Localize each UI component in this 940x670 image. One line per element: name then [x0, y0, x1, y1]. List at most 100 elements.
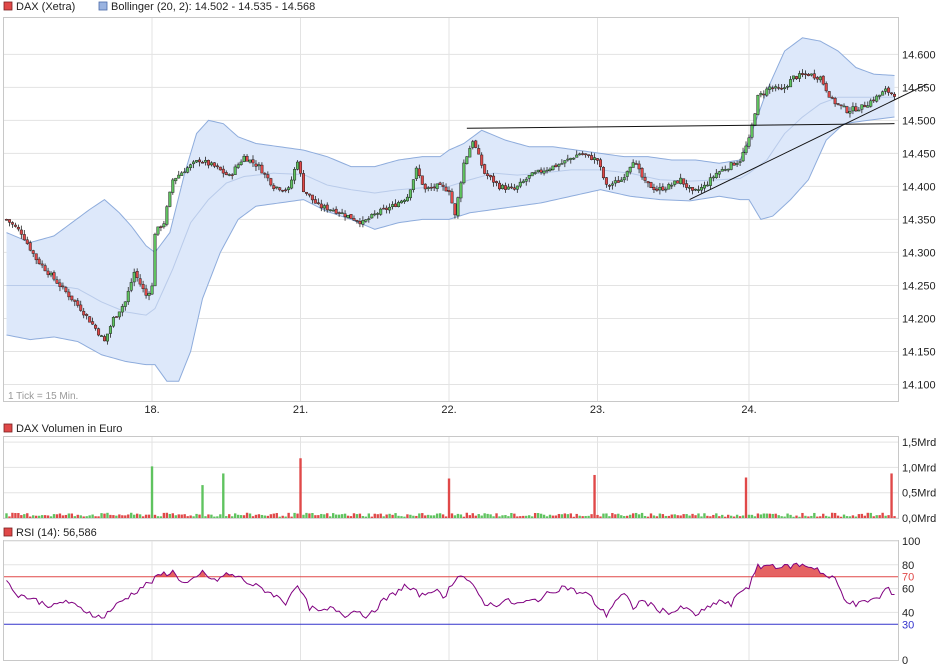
candle-up — [848, 111, 852, 114]
candle-up — [236, 164, 240, 168]
volume-bar — [738, 516, 742, 518]
candle-up — [527, 174, 531, 179]
candle-down — [76, 300, 80, 306]
volume-bar — [52, 514, 56, 518]
candle-down — [893, 93, 897, 97]
candle-up — [518, 181, 522, 187]
volume-bar — [204, 516, 207, 518]
candle-up — [515, 185, 519, 190]
candle-up — [744, 145, 748, 154]
volume-bar — [391, 514, 394, 518]
candle-up — [548, 168, 552, 171]
candle-down — [447, 190, 451, 192]
candle-down — [590, 155, 594, 160]
volume-bar — [430, 515, 433, 518]
volume-bar — [438, 513, 442, 518]
candle-down — [821, 75, 825, 85]
volume-bar — [180, 514, 183, 518]
volume-bar — [379, 513, 382, 518]
candle-down — [423, 183, 427, 190]
volume-bar — [679, 515, 682, 518]
candle-up — [153, 233, 157, 287]
volume-bar — [23, 514, 26, 518]
candle-up — [610, 183, 614, 186]
candle-up — [165, 206, 169, 225]
candle-down — [141, 284, 145, 290]
volume-bar — [649, 513, 653, 518]
volume-bar — [195, 513, 198, 518]
volume-bar — [272, 513, 275, 518]
volume-bar — [447, 478, 451, 518]
volume-bar — [138, 514, 142, 518]
candle-down — [845, 106, 849, 114]
candle-down — [824, 83, 828, 92]
candle-up — [456, 197, 460, 217]
volume-bar — [709, 516, 712, 518]
volume-bar — [474, 515, 477, 518]
volume-bar — [43, 515, 47, 518]
candle-up — [593, 157, 597, 160]
candle-up — [399, 200, 403, 204]
candle-up — [108, 326, 112, 334]
volume-bar — [587, 515, 590, 518]
candle-down — [97, 328, 101, 336]
candle-up — [536, 169, 540, 173]
candle-up — [560, 163, 564, 165]
volume-bar — [667, 515, 670, 518]
volume-bar — [394, 513, 397, 518]
candle-up — [726, 168, 730, 171]
volume-bar — [26, 513, 29, 518]
volume-bar — [795, 515, 798, 518]
candle-up — [711, 176, 715, 179]
volume-bar — [890, 473, 893, 518]
candle-up — [750, 124, 754, 138]
candle-down — [284, 189, 288, 192]
volume-bar — [492, 516, 495, 518]
volume-bar — [115, 515, 118, 518]
volume-bar — [620, 515, 623, 518]
volume-bar — [753, 516, 757, 518]
price-y-tick-label: 14.200 — [902, 313, 936, 325]
candle-down — [830, 97, 834, 99]
candle-down — [266, 174, 270, 179]
volume-bar — [263, 515, 267, 518]
candle-down — [269, 178, 273, 186]
volume-bar — [712, 514, 715, 518]
candle-up — [866, 105, 870, 108]
volume-bar — [441, 514, 445, 518]
volume-bar — [489, 514, 492, 518]
candle-up — [379, 208, 383, 215]
candle-up — [346, 215, 350, 218]
price-y-tick-label: 14.150 — [902, 346, 936, 358]
candle-down — [598, 159, 602, 168]
candle-up — [500, 184, 504, 190]
volume-bar — [133, 514, 136, 518]
candle-down — [780, 87, 784, 90]
candle-up — [747, 137, 751, 147]
volume-bar — [866, 512, 869, 518]
candle-down — [441, 184, 445, 187]
volume-bar — [590, 514, 593, 518]
volume-bar — [162, 512, 166, 518]
candle-up — [619, 179, 623, 182]
volume-bar — [88, 515, 91, 518]
volume-bar — [661, 514, 665, 518]
candle-up — [809, 73, 813, 76]
volume-bar — [486, 513, 489, 518]
volume-panel-frame — [3, 436, 899, 519]
candle-up — [171, 179, 175, 193]
volume-bar — [759, 514, 763, 518]
price-y-tick-label: 14.100 — [902, 379, 936, 391]
candle-up — [670, 184, 674, 187]
candle-down — [495, 181, 499, 184]
candle-up — [783, 87, 787, 90]
volume-bar — [32, 515, 35, 518]
volume-bar — [694, 515, 697, 518]
volume-bar — [715, 513, 718, 518]
candle-up — [759, 93, 763, 96]
rsi-panel-frame — [3, 540, 899, 661]
volume-bar — [361, 516, 365, 518]
volume-bar — [159, 516, 163, 518]
volume-bar — [525, 515, 528, 518]
candle-down — [230, 174, 234, 176]
